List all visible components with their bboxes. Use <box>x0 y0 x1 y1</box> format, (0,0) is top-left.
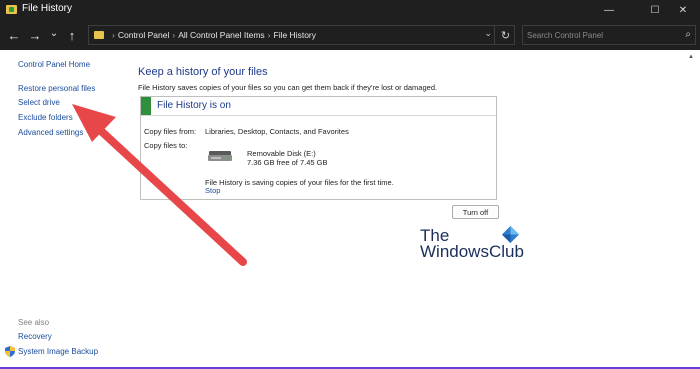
breadcrumb-separator[interactable]: › <box>172 30 175 40</box>
forward-arrow-icon[interactable]: → <box>27 27 43 43</box>
see-also-heading: See also <box>18 318 50 327</box>
status-indicator <box>141 97 151 115</box>
search-input[interactable] <box>527 28 667 42</box>
close-button[interactable]: ✕ <box>666 0 700 20</box>
sidebar-item-select-drive[interactable]: Select drive <box>18 98 60 107</box>
see-also-recovery[interactable]: Recovery <box>18 332 52 341</box>
breadcrumb-separator[interactable]: › <box>268 30 271 40</box>
file-history-app-icon <box>6 5 17 14</box>
title-bar: File History — ☐ ✕ <box>0 0 700 20</box>
copy-from-label: Copy files from: <box>144 127 197 136</box>
address-dropdown-chevron-icon[interactable]: ⌄ <box>484 28 492 39</box>
search-box[interactable]: ⌕ <box>522 25 696 45</box>
search-icon[interactable]: ⌕ <box>685 29 691 40</box>
page-title: Keep a history of your files <box>138 66 268 78</box>
breadcrumb-all-items[interactable]: All Control Panel Items <box>178 30 264 40</box>
file-history-status-panel: File History is on Copy files from: Libr… <box>140 96 497 200</box>
breadcrumb: › Control Panel › All Control Panel Items › F… <box>109 30 316 40</box>
address-toolbar: ← → ⌄ ↑ › Control Panel › All Control Panel… <box>0 20 700 50</box>
address-bar[interactable]: › Control Panel › All Control Panel Items › F… <box>88 25 515 45</box>
up-arrow-icon[interactable]: ↑ <box>64 27 80 43</box>
back-arrow-icon[interactable]: ← <box>6 27 22 43</box>
breadcrumb-file-history[interactable]: File History <box>274 30 317 40</box>
windowsclub-logo-icon <box>502 226 519 243</box>
breadcrumb-control-panel[interactable]: Control Panel <box>118 30 170 40</box>
breadcrumb-separator: › <box>112 30 115 40</box>
copy-from-value: Libraries, Desktop, Contacts, and Favori… <box>205 127 349 136</box>
status-header: File History is on <box>141 97 496 116</box>
drive-free-space: 7.36 GB free of 7.45 GB <box>247 158 328 167</box>
sidebar-item-control-panel-home[interactable]: Control Panel Home <box>18 60 90 69</box>
watermark-line2: WindowsClub <box>420 242 524 261</box>
vertical-scrollbar[interactable]: ▲ <box>686 52 698 366</box>
minimize-button[interactable]: — <box>592 0 626 20</box>
removable-disk-icon <box>208 151 232 161</box>
status-text: File History is on <box>157 100 231 111</box>
window-title: File History <box>22 3 73 14</box>
see-also-system-image-backup[interactable]: System Image Backup <box>18 347 98 356</box>
turn-off-button[interactable]: Turn off <box>452 205 499 219</box>
copy-to-label: Copy files to: <box>144 141 188 150</box>
left-nav-pane: Control Panel Home Restore personal file… <box>0 50 130 369</box>
scroll-up-arrow-icon[interactable]: ▲ <box>688 54 694 60</box>
drive-name: Removable Disk (E:) <box>247 149 316 158</box>
refresh-icon[interactable]: ↻ <box>494 25 516 45</box>
stop-link[interactable]: Stop <box>205 186 220 195</box>
progress-message: File History is saving copies of your fi… <box>205 178 394 187</box>
sidebar-item-restore-personal-files[interactable]: Restore personal files <box>18 84 95 93</box>
windowsclub-watermark: The WindowsClub <box>420 226 524 261</box>
uac-shield-icon <box>5 346 15 357</box>
sidebar-item-advanced-settings[interactable]: Advanced settings <box>18 128 83 137</box>
sidebar-item-exclude-folders[interactable]: Exclude folders <box>18 113 73 122</box>
folder-icon <box>94 31 104 39</box>
recent-locations-chevron-down-icon[interactable]: ⌄ <box>46 25 62 41</box>
page-description: File History saves copies of your files … <box>138 83 438 92</box>
